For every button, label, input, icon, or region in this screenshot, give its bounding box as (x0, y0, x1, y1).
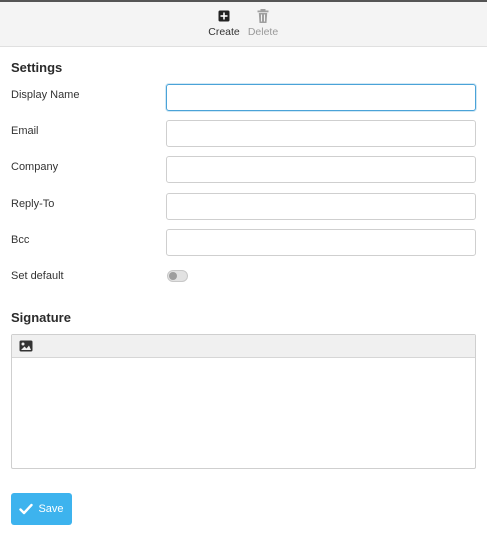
reply-to-input[interactable] (166, 193, 476, 220)
display-name-label: Display Name (11, 89, 80, 101)
bcc-label: Bcc (11, 234, 30, 246)
signature-heading: Signature (11, 310, 71, 325)
save-button[interactable]: Save (11, 493, 72, 525)
delete-label: Delete (247, 26, 279, 38)
toolbar: Create Delete (0, 2, 487, 47)
create-button[interactable]: Create (206, 8, 242, 38)
set-default-toggle[interactable] (167, 270, 188, 282)
toggle-knob (169, 272, 177, 280)
display-name-input[interactable] (166, 84, 476, 111)
checkmark-icon (19, 503, 34, 515)
settings-heading: Settings (11, 60, 63, 75)
trash-icon (257, 9, 269, 23)
editor-toolbar (12, 335, 475, 358)
plus-square-icon (218, 10, 230, 22)
signature-editor (11, 334, 476, 469)
reply-to-label: Reply-To (11, 198, 55, 210)
bcc-input[interactable] (166, 229, 476, 256)
company-input[interactable] (166, 156, 476, 183)
delete-button[interactable]: Delete (246, 8, 280, 38)
create-label: Create (208, 26, 240, 38)
set-default-label: Set default (11, 270, 64, 282)
signature-content-area[interactable] (12, 359, 475, 468)
company-label: Company (11, 161, 59, 173)
image-icon[interactable] (19, 340, 33, 352)
email-label: Email (11, 125, 39, 137)
save-label: Save (38, 503, 64, 515)
email-input[interactable] (166, 120, 476, 147)
